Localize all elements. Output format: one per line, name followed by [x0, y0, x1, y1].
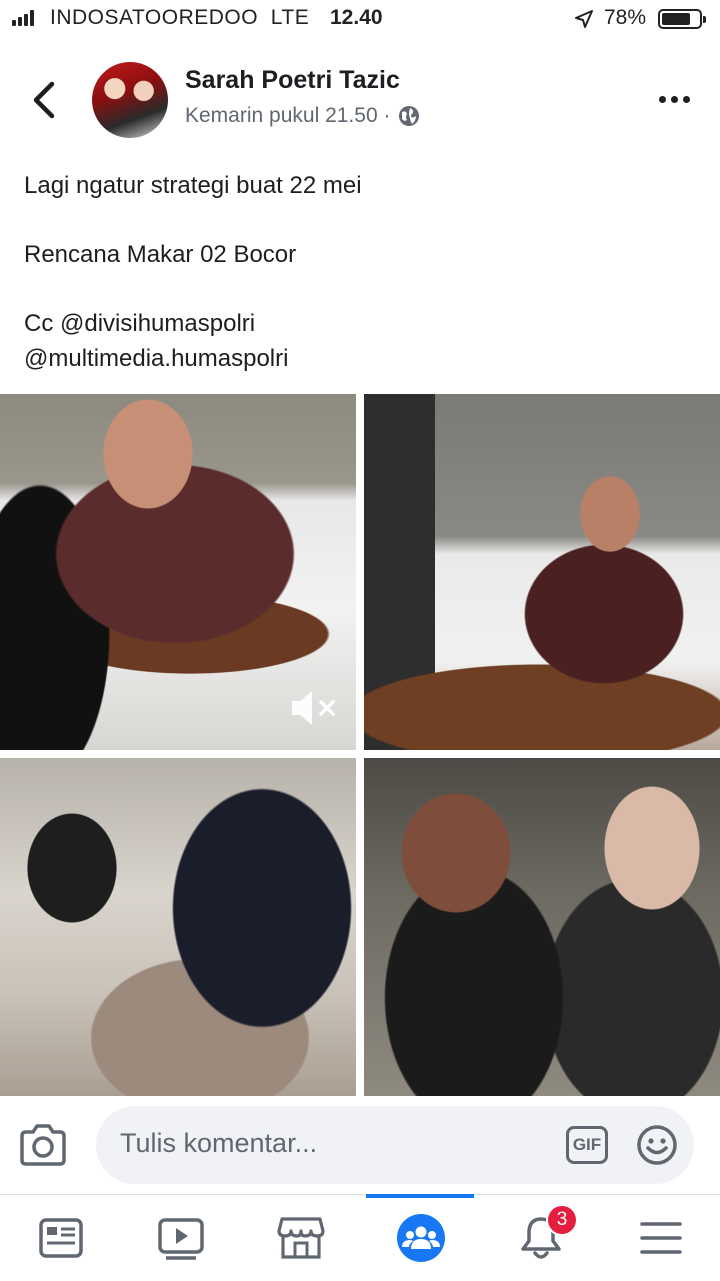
muted-volume-icon[interactable]	[288, 686, 340, 730]
groups-icon	[397, 1214, 445, 1262]
camera-icon[interactable]	[18, 1122, 68, 1168]
post-meta: Kemarin pukul 21.50 ·	[185, 104, 420, 128]
author-name[interactable]: Sarah Poetri Tazic	[185, 66, 400, 95]
tab-marketplace[interactable]	[246, 1195, 356, 1281]
post-photo-2[interactable]	[364, 394, 720, 750]
gif-button[interactable]: GIF	[566, 1126, 608, 1164]
post-line: @multimedia.humaspolri	[24, 345, 289, 372]
location-arrow-icon	[575, 10, 593, 28]
post-timestamp[interactable]: Kemarin pukul 21.50 ·	[185, 104, 390, 128]
post-body: Lagi ngatur strategi buat 22 mei Rencana…	[24, 168, 694, 376]
author-avatar[interactable]	[92, 62, 168, 138]
more-options-icon[interactable]	[654, 86, 694, 112]
globe-icon	[399, 106, 420, 126]
menu-icon	[640, 1222, 682, 1254]
clock: 12.40	[330, 6, 383, 29]
news-feed-icon	[39, 1218, 83, 1258]
post-line: Cc @divisihumaspolri	[24, 310, 256, 337]
tab-news-feed[interactable]	[6, 1195, 116, 1281]
signal-strength-icon	[12, 10, 34, 26]
tab-watch[interactable]	[126, 1195, 236, 1281]
emoji-icon[interactable]	[636, 1124, 678, 1166]
post-photo-3[interactable]	[0, 758, 356, 1096]
comment-input[interactable]: Tulis komentar... GIF	[96, 1106, 694, 1184]
watch-icon	[158, 1218, 204, 1260]
post-line: Lagi ngatur strategi buat 22 mei	[24, 172, 362, 199]
status-bar: INDOSATOOREDOO LTE 12.40 78%	[0, 0, 720, 40]
marketplace-icon	[277, 1217, 325, 1259]
battery-icon	[658, 9, 706, 29]
battery-percent: 78%	[604, 6, 647, 29]
post-line: Rencana Makar 02 Bocor	[24, 241, 297, 268]
post-photo-4[interactable]	[364, 758, 720, 1096]
bottom-navigation	[0, 1194, 720, 1281]
back-arrow-icon[interactable]	[26, 78, 66, 122]
carrier-label: INDOSATOOREDOO LTE	[50, 6, 310, 29]
notification-badge: 3	[546, 1204, 578, 1236]
tab-menu[interactable]	[606, 1195, 716, 1281]
comment-placeholder: Tulis komentar...	[120, 1128, 318, 1158]
tab-notifications[interactable]	[486, 1195, 596, 1281]
tab-groups[interactable]	[366, 1195, 476, 1281]
